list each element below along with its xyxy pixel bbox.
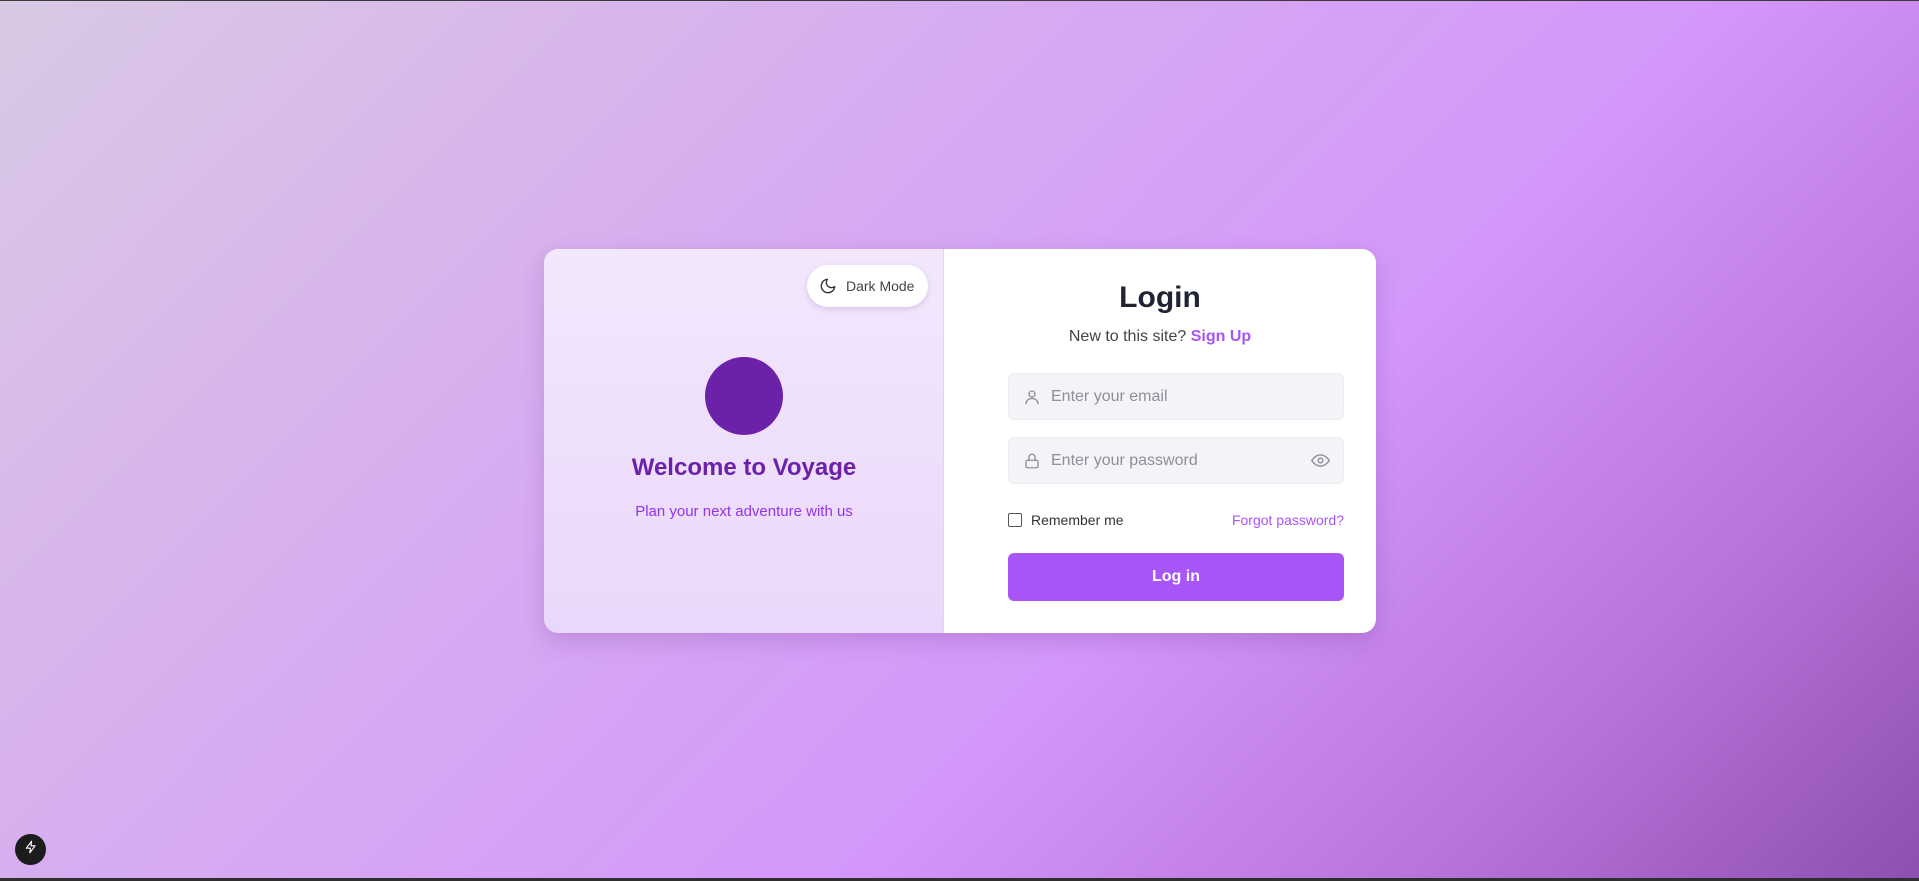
signup-prompt-line: New to this site? Sign Up: [944, 328, 1376, 346]
user-icon: [1022, 387, 1042, 407]
lock-icon: [1022, 451, 1042, 471]
remember-me-label: Remember me: [1031, 512, 1124, 528]
log-in-button[interactable]: Log in: [1008, 553, 1344, 601]
eye-icon[interactable]: [1309, 450, 1331, 472]
login-form-panel: Login New to this site? Sign Up Enter yo…: [944, 249, 1376, 633]
window-top-border: [0, 0, 1919, 1]
remember-me[interactable]: Remember me: [1008, 512, 1124, 528]
signup-prompt: New to this site?: [1068, 328, 1187, 345]
login-title: Login: [1119, 281, 1201, 314]
moon-icon: [819, 277, 837, 295]
dark-mode-label: Dark Mode: [846, 278, 915, 294]
sign-up-link[interactable]: Sign Up: [1191, 328, 1251, 345]
password-input[interactable]: [1049, 444, 1309, 477]
lightning-icon: [24, 840, 38, 859]
email-field[interactable]: [1008, 373, 1344, 420]
forgot-password-link[interactable]: Forgot password?: [1232, 512, 1344, 528]
login-card: Dark Mode Welcome to Voyage Plan your ne…: [544, 249, 1376, 633]
email-input[interactable]: [1049, 380, 1343, 413]
welcome-title: Welcome to Voyage: [631, 454, 857, 481]
dark-mode-toggle-button[interactable]: Dark Mode: [807, 265, 928, 307]
welcome-subtitle: Plan your next adventure with us: [635, 503, 853, 520]
password-field[interactable]: [1008, 437, 1344, 484]
dev-tools-badge[interactable]: [15, 834, 46, 865]
logo-circle: [705, 357, 783, 435]
login-options-row: Remember me Forgot password?: [1008, 510, 1344, 530]
remember-me-checkbox[interactable]: [1008, 513, 1022, 527]
welcome-panel: Dark Mode Welcome to Voyage Plan your ne…: [544, 249, 944, 633]
